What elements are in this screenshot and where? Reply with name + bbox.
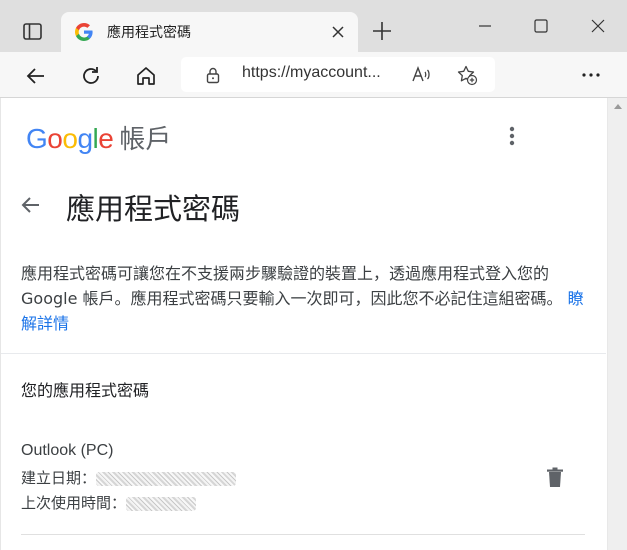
browser-titlebar: 應用程式密碼 — [0, 0, 627, 52]
page-title: 應用程式密碼 — [66, 192, 241, 226]
google-wordmark: Google — [26, 123, 114, 154]
plus-icon[interactable] — [370, 19, 394, 43]
delete-password-button[interactable] — [540, 463, 570, 493]
trash-icon — [547, 467, 563, 487]
read-aloud-icon[interactable] — [410, 64, 432, 86]
page-content: Google 帳戶 應用程式密碼 應用程式密碼可讓您在不支援兩步驟驗證的裝置上，透… — [0, 98, 627, 550]
created-date-row: 建立日期： — [21, 467, 237, 488]
content-border — [0, 98, 1, 550]
row-divider — [21, 534, 585, 535]
google-favicon-icon — [75, 23, 93, 41]
more-vertical-icon[interactable] — [500, 124, 524, 148]
more-horizontal-icon[interactable] — [580, 64, 602, 86]
scroll-up-icon[interactable] — [614, 104, 622, 109]
logo-product-name: 帳戶 — [119, 124, 172, 154]
last-used-row: 上次使用時間： — [21, 492, 197, 513]
tab-title: 應用程式密碼 — [107, 25, 191, 41]
redacted-last-used — [126, 496, 197, 511]
arrow-left-icon[interactable] — [24, 64, 48, 88]
tab-actions-icon[interactable] — [14, 18, 50, 46]
browser-toolbar: https://myaccount... — [0, 52, 627, 98]
url-text[interactable]: https://myaccount... — [242, 64, 381, 82]
app-password-name: Outlook (PC) — [21, 442, 114, 459]
description-text: 應用程式密碼可讓您在不支援兩步驟驗證的裝置上，透過應用程式登入您的 Google… — [21, 264, 563, 308]
star-plus-icon[interactable] — [456, 64, 478, 86]
close-window-icon[interactable] — [586, 14, 610, 38]
arrow-left-icon[interactable] — [19, 193, 43, 217]
section-divider — [1, 353, 606, 354]
redacted-created-date — [96, 471, 237, 486]
home-icon[interactable] — [134, 64, 158, 88]
vertical-scrollbar[interactable] — [607, 98, 627, 550]
last-used-label: 上次使用時間： — [21, 494, 127, 512]
refresh-icon[interactable] — [79, 64, 103, 88]
created-date-label: 建立日期： — [21, 469, 97, 487]
lock-icon[interactable] — [204, 66, 222, 84]
browser-tab-active[interactable]: 應用程式密碼 — [61, 12, 358, 52]
google-account-logo[interactable]: Google 帳戶 — [26, 119, 172, 154]
maximize-icon[interactable] — [529, 14, 553, 38]
minimize-icon[interactable] — [473, 14, 497, 38]
close-tab-icon[interactable] — [330, 24, 346, 40]
section-heading: 您的應用程式密碼 — [21, 381, 150, 400]
address-bar[interactable]: https://myaccount... — [181, 57, 495, 92]
page-description: 應用程式密碼可讓您在不支援兩步驟驗證的裝置上，透過應用程式登入您的 Google… — [21, 261, 593, 336]
